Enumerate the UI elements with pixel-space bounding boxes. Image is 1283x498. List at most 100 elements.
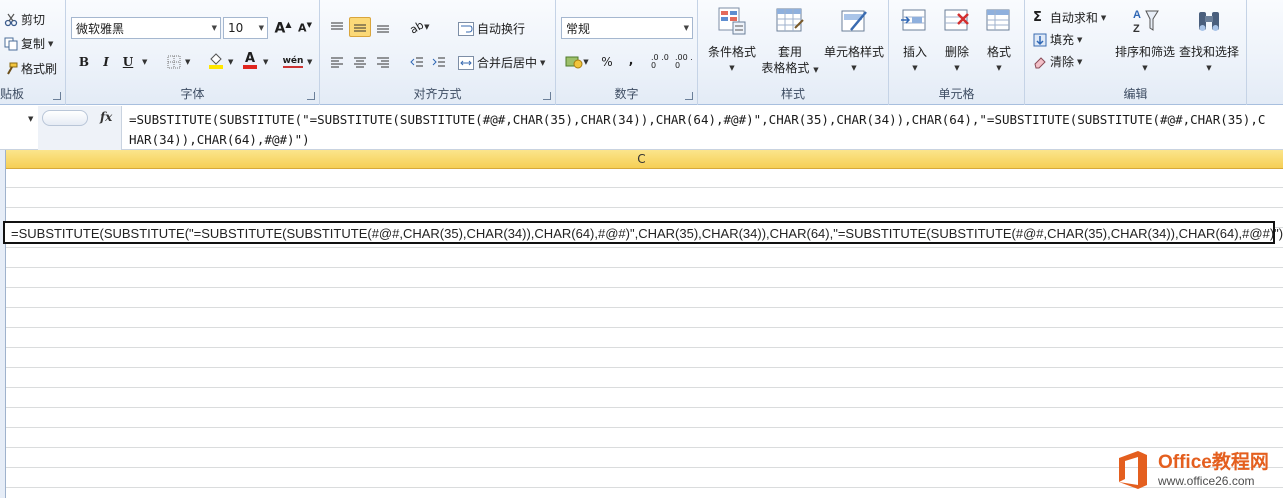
chevron-down-icon: ▼ bbox=[211, 24, 217, 32]
chevron-down-icon: ▼ bbox=[912, 64, 918, 72]
column-header-row: C bbox=[0, 150, 1283, 169]
watermark-title: Office教程网 bbox=[1158, 452, 1269, 473]
align-bottom-button[interactable] bbox=[372, 17, 394, 37]
fill-down-icon bbox=[1033, 33, 1047, 46]
chevron-down-icon[interactable]: ▼ bbox=[48, 40, 53, 48]
format-painter-button[interactable]: 格式刷 bbox=[4, 60, 57, 77]
copy-button[interactable]: 复制 ▼ bbox=[4, 35, 53, 52]
format-as-table-button[interactable]: 套用 表格格式 ▼ bbox=[758, 6, 822, 78]
shrink-font-button[interactable]: A▼ bbox=[294, 18, 316, 38]
name-box[interactable]: ▼ bbox=[0, 108, 38, 130]
alignment-group: ab ▼ 自动换行 合并后居中 ▼ 对齐方式 bbox=[320, 0, 556, 105]
percent-button[interactable]: % bbox=[596, 52, 618, 72]
number-group-label: 数字 bbox=[614, 87, 639, 101]
chevron-down-icon: ▼ bbox=[258, 24, 264, 32]
align-middle-button[interactable] bbox=[349, 17, 371, 37]
watermark-text: Office教程网 www.office26.com bbox=[1158, 452, 1269, 488]
sort-filter-button[interactable]: AZ 排序和筛选 ▼ bbox=[1113, 6, 1177, 76]
cut-button[interactable]: 剪切 bbox=[4, 11, 45, 28]
chevron-down-icon[interactable]: ▼ bbox=[185, 58, 190, 66]
orientation-button[interactable]: ab ▼ bbox=[406, 17, 434, 37]
grow-font-button[interactable]: A▲ bbox=[272, 18, 294, 38]
worksheet-grid[interactable] bbox=[0, 169, 1283, 498]
delete-button[interactable]: 删除 ▼ bbox=[937, 6, 977, 76]
chevron-down-icon[interactable]: ▼ bbox=[28, 115, 33, 123]
increase-decimal-button[interactable]: .0 .00 bbox=[650, 52, 672, 72]
find-select-label: 查找和选择 bbox=[1178, 45, 1239, 59]
decrease-indent-icon bbox=[410, 57, 423, 67]
sort-filter-label: 排序和筛选 bbox=[1114, 45, 1175, 59]
underline-button[interactable]: U bbox=[117, 52, 139, 72]
format-as-table-label-1: 套用 bbox=[777, 45, 802, 59]
insert-function-button[interactable]: fx bbox=[100, 110, 112, 124]
format-as-table-label-2: 表格格式 bbox=[761, 61, 810, 75]
accounting-format-button[interactable]: ▼ bbox=[563, 52, 591, 72]
chevron-down-icon[interactable]: ▼ bbox=[263, 58, 268, 66]
clipboard-group: 剪切 复制 ▼ 格式刷 贴板 bbox=[0, 0, 66, 105]
font-name-select[interactable]: 微软雅黑 ▼ bbox=[71, 17, 221, 39]
fill-button[interactable]: 填充 ▼ bbox=[1033, 31, 1082, 48]
active-cell[interactable]: =SUBSTITUTE(SUBSTITUTE("=SUBSTITUTE(SUBS… bbox=[3, 221, 1283, 244]
wrap-text-button[interactable]: 自动换行 bbox=[458, 20, 525, 37]
format-button[interactable]: 格式 ▼ bbox=[979, 6, 1019, 76]
chevron-down-icon: ▼ bbox=[683, 24, 689, 32]
formula-input[interactable]: =SUBSTITUTE(SUBSTITUTE("=SUBSTITUTE(SUBS… bbox=[129, 110, 1269, 150]
chevron-down-icon: ▼ bbox=[729, 64, 735, 72]
italic-icon: I bbox=[103, 55, 109, 69]
conditional-formatting-button[interactable]: 条件格式 ▼ bbox=[704, 6, 760, 76]
align-right-button[interactable] bbox=[372, 52, 394, 72]
delete-label: 删除 bbox=[944, 45, 969, 59]
clear-button[interactable]: 清除 ▼ bbox=[1033, 53, 1082, 70]
decrease-decimal-button[interactable]: .00 .0 bbox=[674, 52, 696, 72]
dialog-launcher-icon[interactable] bbox=[685, 92, 693, 100]
chevron-down-icon: ▼ bbox=[1100, 13, 1107, 22]
increase-indent-icon bbox=[432, 57, 445, 67]
borders-button[interactable] bbox=[163, 52, 185, 72]
chevron-down-icon: ▼ bbox=[954, 64, 960, 72]
phonetic-button[interactable]: wén bbox=[280, 52, 306, 72]
chevron-down-icon[interactable]: ▼ bbox=[228, 58, 233, 66]
dialog-launcher-icon[interactable] bbox=[307, 92, 315, 100]
currency-icon bbox=[565, 56, 583, 69]
align-top-button[interactable] bbox=[326, 17, 348, 37]
italic-button[interactable]: I bbox=[95, 52, 117, 72]
align-left-button[interactable] bbox=[326, 52, 348, 72]
insert-button[interactable]: 插入 ▼ bbox=[895, 6, 935, 76]
merge-center-button[interactable]: 合并后居中 ▼ bbox=[458, 54, 545, 71]
comma-icon: , bbox=[628, 53, 634, 67]
chevron-down-icon[interactable]: ▼ bbox=[142, 58, 147, 66]
font-size-select[interactable]: 10 ▼ bbox=[223, 17, 268, 39]
binoculars-icon bbox=[1199, 12, 1219, 31]
increase-decimal-icon: .0 .00 bbox=[651, 53, 669, 70]
editing-group-label: 编辑 bbox=[1123, 87, 1148, 101]
scissors-icon bbox=[4, 13, 18, 26]
bold-icon: B bbox=[78, 55, 90, 69]
cut-label: 剪切 bbox=[21, 13, 46, 27]
column-header-c[interactable]: C bbox=[0, 152, 1283, 166]
autosum-button[interactable]: Σ 自动求和 ▼ bbox=[1033, 9, 1106, 26]
chevron-down-icon: ▼ bbox=[996, 64, 1002, 72]
bold-button[interactable]: B bbox=[73, 52, 95, 72]
dialog-launcher-icon[interactable] bbox=[53, 92, 61, 100]
comma-style-button[interactable]: , bbox=[620, 50, 642, 70]
decrease-indent-button[interactable] bbox=[406, 52, 428, 72]
format-painter-icon bbox=[7, 62, 18, 74]
clear-label: 清除 bbox=[1050, 55, 1075, 69]
align-center-button[interactable] bbox=[349, 52, 371, 72]
delete-cells-icon bbox=[944, 9, 969, 31]
find-select-button[interactable]: 查找和选择 ▼ bbox=[1177, 6, 1241, 76]
cells-group: 插入 ▼ 删除 ▼ 格式 ▼ 单元格 bbox=[889, 0, 1025, 105]
fill-color-button[interactable] bbox=[205, 50, 227, 70]
increase-indent-button[interactable] bbox=[428, 52, 450, 72]
formula-bar-splitter[interactable] bbox=[42, 110, 88, 126]
shrink-font-icon: A▼ bbox=[298, 21, 312, 35]
chevron-down-icon: ▼ bbox=[540, 58, 546, 67]
chevron-down-icon[interactable]: ▼ bbox=[307, 58, 312, 66]
dialog-launcher-icon[interactable] bbox=[543, 92, 551, 100]
cell-styles-button[interactable]: 单元格样式 ▼ bbox=[822, 6, 886, 76]
font-color-button[interactable]: A bbox=[239, 50, 261, 70]
number-format-value: 常规 bbox=[566, 21, 591, 36]
align-right-icon bbox=[377, 57, 389, 68]
number-format-select[interactable]: 常规 ▼ bbox=[561, 17, 693, 39]
format-label: 格式 bbox=[986, 45, 1011, 59]
